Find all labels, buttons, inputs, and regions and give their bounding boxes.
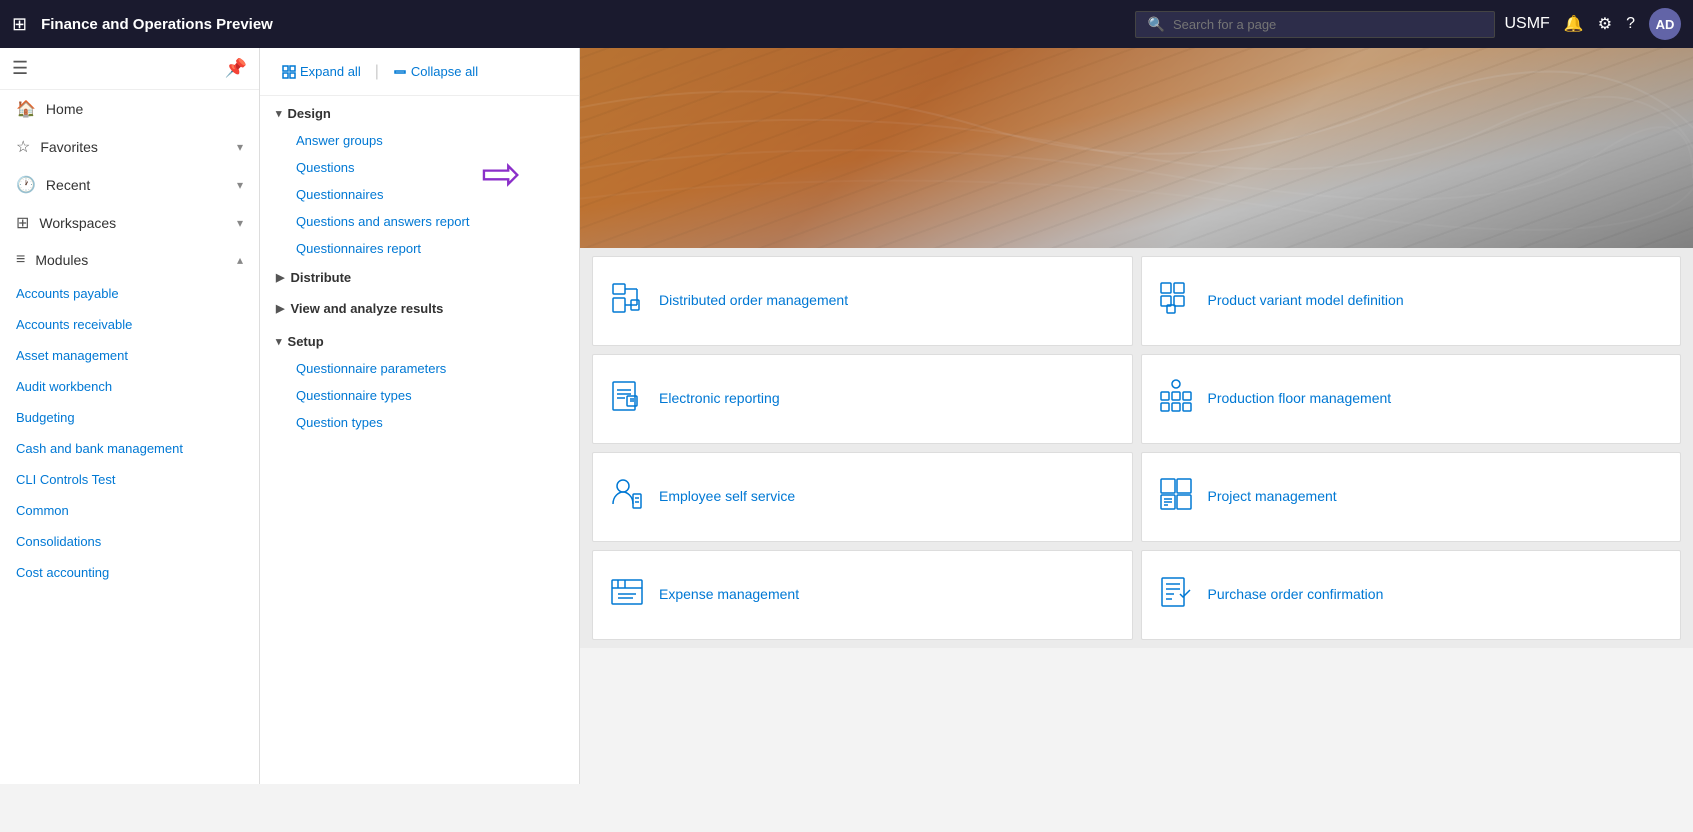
product-variant-icon <box>1158 280 1194 323</box>
workspaces-icon: ⊞ <box>16 213 29 233</box>
link-questionnaires[interactable]: Questionnaires <box>260 181 579 208</box>
section-chevron-down: ▾ <box>276 335 282 348</box>
favorites-icon: ☆ <box>16 137 30 157</box>
tile-label: Distributed order management <box>659 291 848 311</box>
module-item-common[interactable]: Common <box>0 495 259 526</box>
top-nav-right: USMF 🔔 ⚙ ? AD <box>1505 8 1682 40</box>
module-item-accounts-payable[interactable]: Accounts payable <box>0 278 259 309</box>
electronic-reporting-icon <box>609 378 645 421</box>
sidebar-item-modules[interactable]: ≡ Modules ▴ <box>0 242 259 278</box>
app-title: Finance and Operations Preview <box>41 16 273 33</box>
module-item-cash-bank[interactable]: Cash and bank management <box>0 433 259 464</box>
tile-employee-self[interactable]: Employee self service <box>592 452 1133 542</box>
module-item-cost-accounting[interactable]: Cost accounting <box>0 557 259 588</box>
module-item-accounts-receivable[interactable]: Accounts receivable <box>0 309 259 340</box>
modules-list: Accounts payable Accounts receivable Ass… <box>0 278 259 588</box>
environment-label: USMF <box>1505 15 1550 33</box>
tile-product-variant[interactable]: Product variant model definition <box>1141 256 1682 346</box>
chevron-up-icon: ▴ <box>237 253 243 267</box>
sidebar-item-label: Modules <box>35 252 88 268</box>
modules-icon: ≡ <box>16 251 25 269</box>
tile-label: Product variant model definition <box>1208 291 1404 311</box>
sidebar-item-label: Recent <box>46 177 90 193</box>
section-chevron-right: ▶ <box>276 271 284 284</box>
separator: | <box>375 63 379 81</box>
tiles-grid: Distributed order management Product var… <box>580 248 1693 648</box>
middle-panel: Expand all | Collapse all ▾ Design Answe… <box>260 48 580 784</box>
module-item-budgeting[interactable]: Budgeting <box>0 402 259 433</box>
sidebar-item-favorites[interactable]: ☆ Favorites ▾ <box>0 128 259 166</box>
purchase-order-icon <box>1158 574 1194 617</box>
link-questionnaires-report[interactable]: Questionnaires report <box>260 235 579 262</box>
tile-electronic-reporting[interactable]: Electronic reporting <box>592 354 1133 444</box>
section-chevron-down: ▾ <box>276 107 282 120</box>
employee-self-icon <box>609 476 645 519</box>
tile-label: Electronic reporting <box>659 389 780 409</box>
module-item-asset-management[interactable]: Asset management <box>0 340 259 371</box>
home-icon: 🏠 <box>16 99 36 119</box>
module-item-cli-controls[interactable]: CLI Controls Test <box>0 464 259 495</box>
section-design-header[interactable]: ▾ Design <box>260 96 579 127</box>
pin-icon[interactable]: 📌 <box>225 58 247 79</box>
tile-project-management[interactable]: Project management <box>1141 452 1682 542</box>
help-icon[interactable]: ? <box>1626 15 1635 33</box>
panel-header: Expand all | Collapse all <box>260 48 579 96</box>
tile-label: Project management <box>1208 487 1337 507</box>
section-distribute-header[interactable]: ▶ Distribute <box>260 262 579 293</box>
tile-expense-management[interactable]: Expense management <box>592 550 1133 640</box>
section-chevron-right: ▶ <box>276 302 284 315</box>
sidebar-item-home[interactable]: 🏠 Home <box>0 90 259 128</box>
hamburger-icon[interactable]: ☰ <box>12 58 28 79</box>
tile-label: Employee self service <box>659 487 795 507</box>
sidebar-top-icons: ☰ 📌 <box>0 48 259 90</box>
chevron-down-icon: ▾ <box>237 216 243 230</box>
module-item-audit-workbench[interactable]: Audit workbench <box>0 371 259 402</box>
recent-icon: 🕐 <box>16 175 36 195</box>
section-view-analyze-header[interactable]: ▶ View and analyze results <box>260 293 579 324</box>
tile-distributed-order[interactable]: Distributed order management <box>592 256 1133 346</box>
search-icon: 🔍 <box>1148 16 1165 33</box>
tile-label: Expense management <box>659 585 799 605</box>
chevron-down-icon: ▾ <box>237 178 243 192</box>
sidebar-item-label: Home <box>46 101 83 117</box>
chevron-down-icon: ▾ <box>237 140 243 154</box>
notification-icon[interactable]: 🔔 <box>1564 14 1584 34</box>
link-questionnaire-types[interactable]: Questionnaire types <box>260 382 579 409</box>
link-question-types[interactable]: Question types <box>260 409 579 436</box>
user-avatar[interactable]: AD <box>1649 8 1681 40</box>
project-management-icon <box>1158 476 1194 519</box>
expand-all-button[interactable]: Expand all <box>276 60 367 83</box>
grid-icon[interactable]: ⊞ <box>12 14 27 35</box>
collapse-icon <box>393 65 407 79</box>
production-floor-icon <box>1158 378 1194 421</box>
sidebar-item-label: Favorites <box>40 139 98 155</box>
tile-label: Purchase order confirmation <box>1208 585 1384 605</box>
main-layout: ☰ 📌 🏠 Home ☆ Favorites ▾ 🕐 Recent ▾ ⊞ Wo… <box>0 48 1693 784</box>
sidebar-item-workspaces[interactable]: ⊞ Workspaces ▾ <box>0 204 259 242</box>
module-item-consolidations[interactable]: Consolidations <box>0 526 259 557</box>
link-answer-groups[interactable]: Answer groups <box>260 127 579 154</box>
top-navigation: ⊞ Finance and Operations Preview 🔍 USMF … <box>0 0 1693 48</box>
settings-icon[interactable]: ⚙ <box>1598 14 1612 34</box>
hero-image <box>580 48 1693 248</box>
link-questions[interactable]: Questions <box>260 154 579 181</box>
search-input[interactable] <box>1173 17 1482 32</box>
hero-svg <box>580 48 1693 248</box>
expand-icon <box>282 65 296 79</box>
sidebar-item-recent[interactable]: 🕐 Recent ▾ <box>0 166 259 204</box>
left-sidebar: ☰ 📌 🏠 Home ☆ Favorites ▾ 🕐 Recent ▾ ⊞ Wo… <box>0 48 260 784</box>
sidebar-item-label: Workspaces <box>39 215 116 231</box>
tile-label: Production floor management <box>1208 389 1392 409</box>
collapse-all-button[interactable]: Collapse all <box>387 60 484 83</box>
expense-management-icon <box>609 574 645 617</box>
tile-production-floor[interactable]: Production floor management <box>1141 354 1682 444</box>
section-setup-header[interactable]: ▾ Setup <box>260 324 579 355</box>
search-bar[interactable]: 🔍 <box>1135 11 1495 38</box>
main-content: Distributed order management Product var… <box>580 48 1693 784</box>
tile-purchase-order[interactable]: Purchase order confirmation <box>1141 550 1682 640</box>
link-questions-answers-report[interactable]: Questions and answers report <box>260 208 579 235</box>
distributed-order-icon <box>609 280 645 323</box>
link-questionnaire-parameters[interactable]: Questionnaire parameters <box>260 355 579 382</box>
